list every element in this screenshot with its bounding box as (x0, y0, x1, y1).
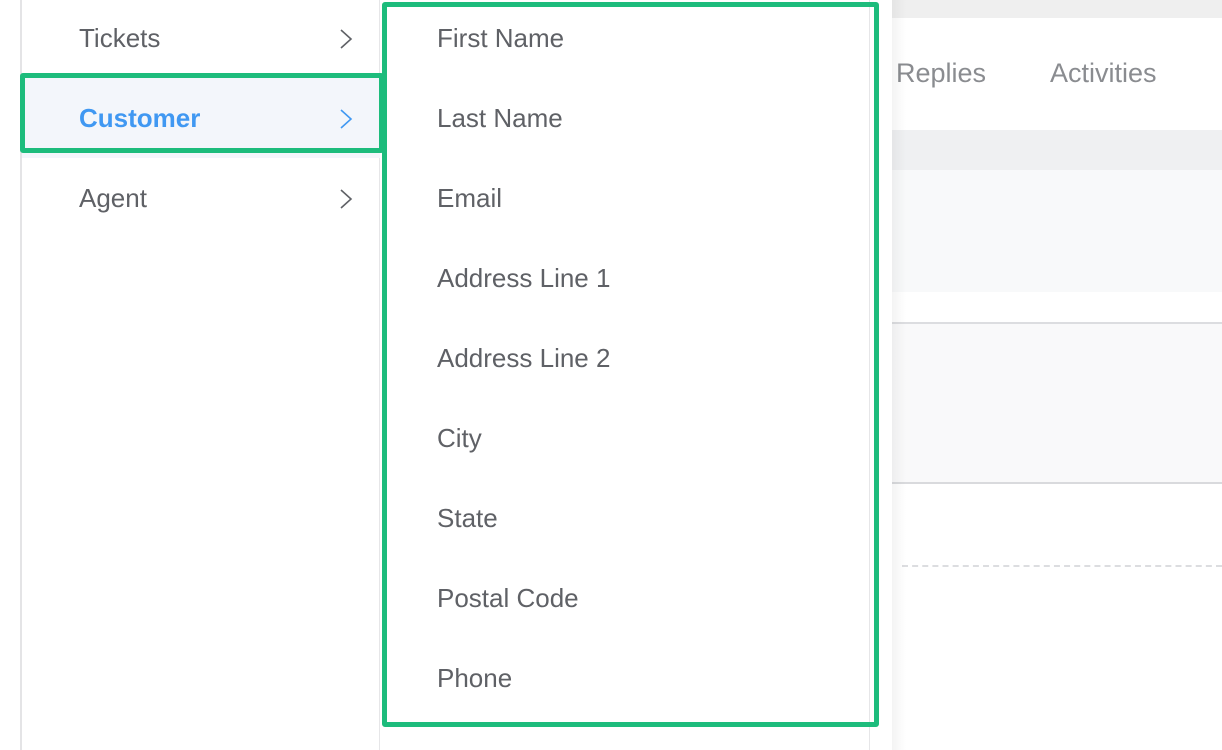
menu-item-label: Email (437, 182, 503, 213)
tab-activities[interactable]: Activities (1050, 58, 1157, 89)
menu-item-label: Phone (437, 662, 513, 693)
menu-item-label: Customer (79, 102, 201, 133)
tab-replies[interactable]: Replies (896, 58, 986, 89)
menu-item-label: Agent (79, 182, 147, 213)
menu-item-address-line-2[interactable]: Address Line 2 (380, 318, 868, 398)
menu-item-label: City (437, 422, 482, 453)
menu-item-label: Postal Code (437, 582, 579, 613)
dashed-divider (902, 565, 1222, 567)
menu-item-address-line-1[interactable]: Address Line 1 (380, 238, 868, 318)
chevron-right-icon (340, 29, 353, 49)
menu-item-label: Tickets (79, 22, 161, 53)
divider (890, 482, 1222, 484)
cascader-dropdown: Tickets Customer Agent First Name Last N… (20, 0, 892, 750)
menu-item-label: State (437, 502, 498, 533)
menu-item-label: Address Line 2 (437, 342, 611, 373)
background-section (890, 170, 1222, 292)
menu-item-label: First Name (437, 22, 565, 53)
menu-item-first-name[interactable]: First Name (380, 0, 868, 78)
menu-item-customer[interactable]: Customer (22, 78, 380, 158)
background-topbar (890, 0, 1222, 18)
background-tabs: Replies Activities (890, 18, 1222, 130)
background-app: Replies Activities (890, 0, 1222, 750)
cascader-menu-level1: Tickets Customer Agent (20, 0, 380, 750)
menu-item-label: Address Line 1 (437, 262, 611, 293)
chevron-right-icon (340, 189, 353, 209)
menu-item-tickets[interactable]: Tickets (22, 0, 380, 78)
menu-item-agent[interactable]: Agent (22, 158, 380, 238)
menu-item-state[interactable]: State (380, 478, 868, 558)
background-section-header (890, 130, 1222, 170)
menu-item-city[interactable]: City (380, 398, 868, 478)
cascader-menu-level2: First Name Last Name Email Address Line … (380, 0, 870, 750)
menu-item-postal-code[interactable]: Postal Code (380, 558, 868, 638)
dropdown-shadow (890, 0, 906, 750)
menu-item-phone[interactable]: Phone (380, 638, 868, 718)
background-section (890, 324, 1222, 482)
chevron-right-icon (340, 109, 353, 129)
menu-item-email[interactable]: Email (380, 158, 868, 238)
menu-item-last-name[interactable]: Last Name (380, 78, 868, 158)
menu-item-label: Last Name (437, 102, 563, 133)
